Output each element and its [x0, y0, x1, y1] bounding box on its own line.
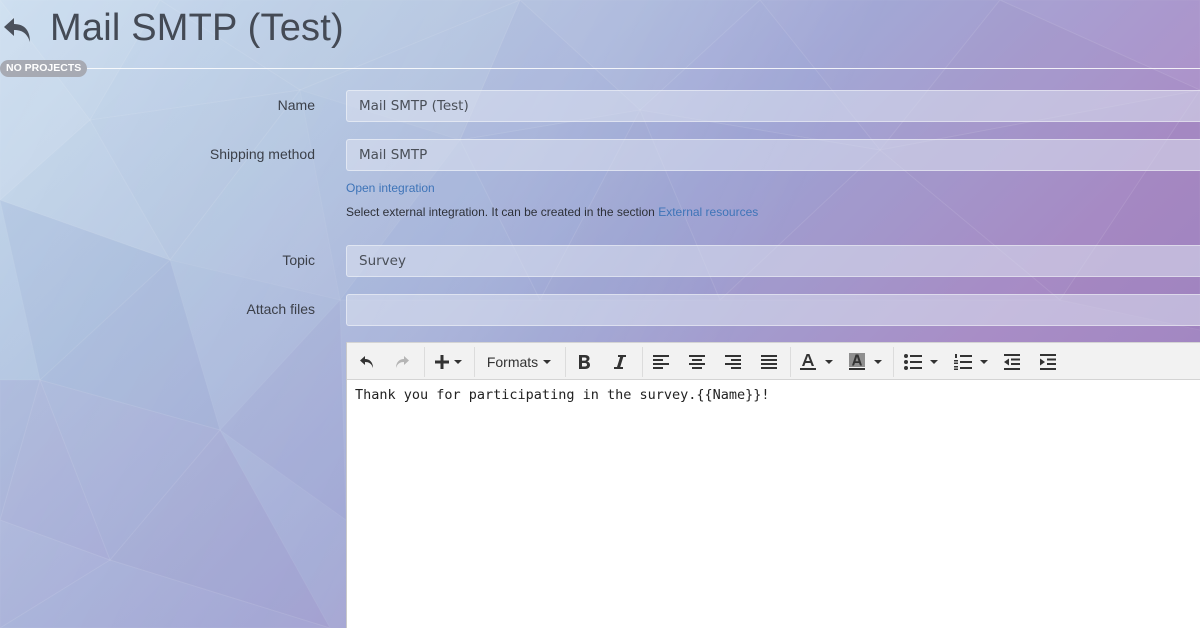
- shipping-method-label: Shipping method: [209, 146, 315, 162]
- page-title: Mail SMTP (Test): [50, 7, 344, 49]
- external-resources-link[interactable]: External resources: [658, 205, 758, 219]
- italic-icon[interactable]: [607, 349, 633, 375]
- editor-content[interactable]: Thank you for participating in the surve…: [355, 387, 770, 403]
- chevron-down-icon: [543, 360, 552, 364]
- project-badge[interactable]: NO PROJECTS: [0, 60, 88, 77]
- formats-dropdown[interactable]: Formats: [482, 349, 556, 375]
- align-left-icon[interactable]: [648, 349, 674, 375]
- align-right-icon[interactable]: [720, 349, 746, 375]
- chevron-down-icon: [454, 360, 462, 364]
- chevron-down-icon: [874, 360, 882, 364]
- toolbar-separator: [565, 347, 566, 377]
- numbered-list-icon[interactable]: [950, 349, 992, 375]
- shipping-method-help: Select external integration. It can be c…: [346, 205, 758, 219]
- background-color-icon[interactable]: [845, 349, 885, 375]
- undo-icon[interactable]: [353, 349, 381, 375]
- shipping-method-select[interactable]: Mail SMTP: [346, 139, 1200, 171]
- attach-files-field[interactable]: [346, 294, 1200, 326]
- header-divider: [0, 68, 1200, 69]
- topic-field[interactable]: Survey: [346, 245, 1200, 277]
- toolbar-separator: [642, 347, 643, 377]
- indent-icon[interactable]: [1035, 349, 1061, 375]
- align-justify-icon[interactable]: [756, 349, 782, 375]
- attach-files-label: Attach files: [246, 301, 315, 317]
- redo-icon[interactable]: [388, 349, 416, 375]
- back-arrow-icon[interactable]: [2, 12, 34, 46]
- toolbar-separator: [790, 347, 791, 377]
- editor-toolbar: Formats: [347, 342, 1200, 380]
- bullet-list-icon[interactable]: [900, 349, 942, 375]
- bold-icon[interactable]: [571, 349, 597, 375]
- open-integration-link[interactable]: Open integration: [346, 181, 435, 195]
- topic-label: Topic: [282, 252, 315, 268]
- chevron-down-icon: [930, 360, 938, 364]
- toolbar-separator: [893, 347, 894, 377]
- insert-icon[interactable]: [431, 349, 465, 375]
- shipping-method-help-text: Select external integration. It can be c…: [346, 205, 655, 219]
- name-label: Name: [277, 97, 315, 113]
- toolbar-separator: [424, 347, 425, 377]
- name-field[interactable]: Mail SMTP (Test): [346, 90, 1200, 122]
- chevron-down-icon: [980, 360, 988, 364]
- toolbar-separator: [474, 347, 475, 377]
- text-color-icon[interactable]: [796, 349, 836, 375]
- chevron-down-icon: [825, 360, 833, 364]
- message-editor: Formats Thank you for participating in t…: [346, 342, 1200, 628]
- align-center-icon[interactable]: [684, 349, 710, 375]
- formats-label: Formats: [486, 354, 539, 370]
- outdent-icon[interactable]: [999, 349, 1025, 375]
- page-header: Mail SMTP (Test) NO PROJECTS: [0, 0, 1200, 77]
